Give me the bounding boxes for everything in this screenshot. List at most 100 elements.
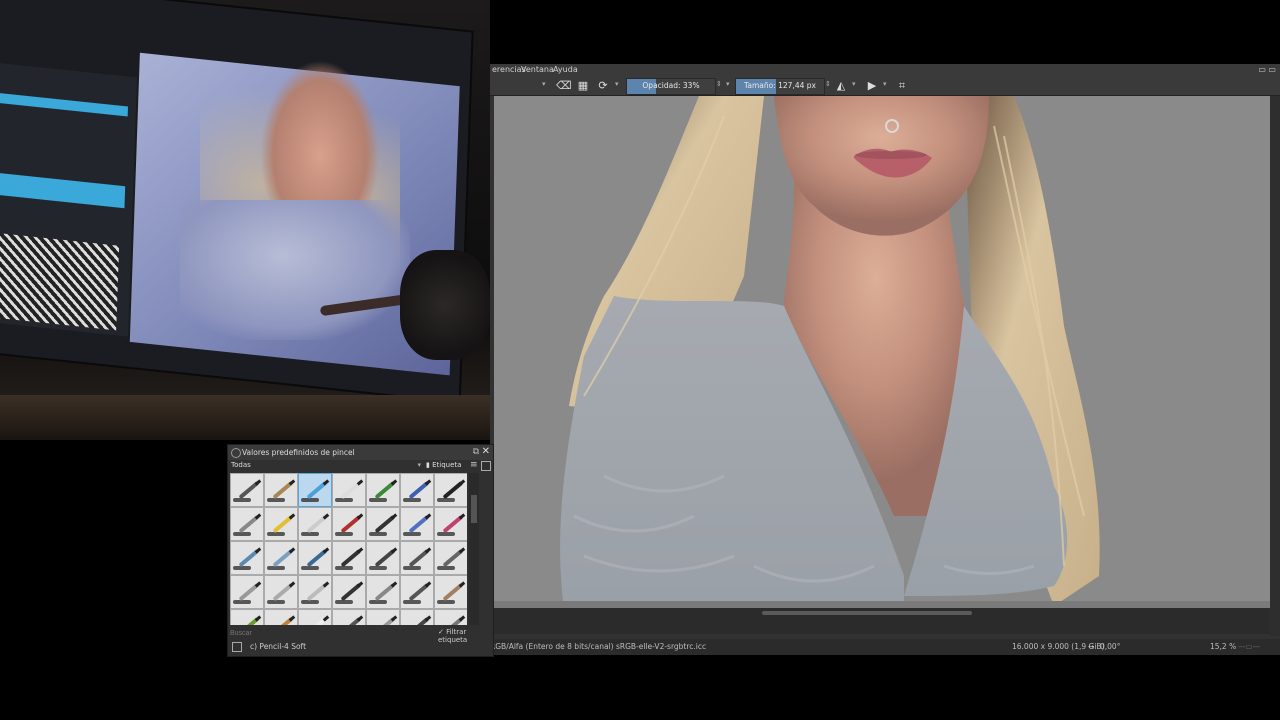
canvas-horizontal-scrollbar[interactable]	[490, 608, 1270, 634]
float-docker-icon[interactable]: ⧉	[473, 447, 479, 457]
chevron-down-icon[interactable]: ▾	[852, 80, 856, 88]
rotation-value: 0,00°	[1100, 642, 1121, 651]
spin-arrows-icon[interactable]: ⇕	[716, 80, 722, 88]
brush-preset-thumbnail[interactable]	[298, 609, 332, 625]
brush-preset-thumbnail[interactable]	[400, 473, 434, 507]
brush-stroke-sample	[267, 566, 285, 570]
tag-select[interactable]: Todas ▾	[231, 461, 421, 471]
brush-preset-thumbnail[interactable]	[298, 575, 332, 609]
tag-filter-row: Todas ▾ ▮ Etiqueta ≡	[228, 460, 493, 472]
menu-help[interactable]: Ayuda	[553, 65, 578, 74]
brush-preset-thumbnail[interactable]	[298, 541, 332, 575]
crop-icon[interactable]: ⌗	[895, 79, 909, 93]
canvas-vertical-scrollbar[interactable]	[1270, 96, 1280, 636]
chevron-down-icon[interactable]: ▾	[726, 80, 730, 88]
brush-preset-grid	[230, 473, 467, 625]
brush-stroke-sample	[335, 498, 353, 502]
brush-preset-thumbnail[interactable]	[264, 473, 298, 507]
tag-button-label: Etiqueta	[432, 461, 462, 469]
brush-preset-thumbnail[interactable]	[332, 575, 366, 609]
menu-window[interactable]: Ventana	[521, 65, 554, 74]
brush-preset-thumbnail[interactable]	[434, 541, 467, 575]
brush-preset-thumbnail[interactable]	[332, 507, 366, 541]
camera-inset	[0, 0, 490, 440]
size-slider[interactable]: Tamaño: 127,44 px	[735, 78, 825, 95]
brush-stroke-sample	[267, 498, 285, 502]
brush-preset-thumbnail[interactable]	[434, 507, 467, 541]
brush-preset-thumbnail[interactable]	[264, 575, 298, 609]
brush-stroke-sample	[301, 498, 319, 502]
brush-stroke-sample	[369, 532, 387, 536]
alpha-lock-icon[interactable]: ▦	[576, 79, 590, 93]
eraser-icon[interactable]: ⌫	[556, 79, 572, 93]
brush-preset-thumbnail[interactable]	[332, 609, 366, 625]
chevron-down-icon[interactable]: ▾	[883, 80, 887, 88]
docker-titlebar: Valores predefinidos de pincel ⧉ ✕	[228, 445, 493, 460]
brush-preset-thumbnail[interactable]	[230, 507, 264, 541]
grid-view-icon[interactable]	[481, 461, 491, 471]
brush-preset-thumbnail[interactable]	[366, 473, 400, 507]
brush-preset-thumbnail[interactable]	[400, 575, 434, 609]
brush-stroke-sample	[335, 600, 353, 604]
brush-preset-thumbnail[interactable]	[366, 507, 400, 541]
mirror-horizontal-icon[interactable]: ◭	[834, 79, 848, 93]
reload-preset-icon[interactable]: ⟳	[596, 79, 610, 93]
tag-select-value: Todas	[231, 461, 251, 469]
brush-preset-thumbnail[interactable]	[230, 541, 264, 575]
current-preset-name: c) Pencil-4 Soft	[250, 642, 307, 651]
spin-arrows-icon[interactable]: ⇕	[825, 80, 831, 88]
brush-preset-thumbnail[interactable]	[400, 609, 434, 625]
menu-bar: erencias Ventana Ayuda ▭ ▭	[490, 64, 1280, 77]
brush-stroke-sample	[369, 600, 387, 604]
brush-preset-thumbnail[interactable]	[230, 473, 264, 507]
view-options-icon[interactable]: ≡	[470, 460, 478, 470]
tool-options-bar: ▾ ⌫ ▦ ⟳ ▾ Opacidad: 33% ⇕ ▾ Tamaño: 127,…	[490, 77, 1280, 96]
brush-preset-thumbnail[interactable]	[264, 609, 298, 625]
brush-preset-thumbnail[interactable]	[366, 541, 400, 575]
brush-stroke-sample	[437, 600, 455, 604]
brush-stroke-sample	[301, 566, 319, 570]
brush-preset-thumbnail[interactable]	[366, 575, 400, 609]
brush-preset-thumbnail[interactable]	[400, 541, 434, 575]
brush-stroke-sample	[437, 532, 455, 536]
chevron-down-icon[interactable]: ▾	[615, 80, 619, 88]
brush-stroke-sample	[369, 498, 387, 502]
tag-button[interactable]: ▮ Etiqueta	[426, 461, 461, 469]
brush-stroke-sample	[403, 566, 421, 570]
brush-preset-thumbnail[interactable]	[298, 473, 332, 507]
brush-preset-thumbnail[interactable]	[298, 507, 332, 541]
size-label: Tamaño: 127,44 px	[744, 81, 816, 90]
brush-preset-thumbnail[interactable]	[332, 473, 366, 507]
brush-preset-thumbnail[interactable]	[264, 507, 298, 541]
scrollbar-thumb[interactable]	[762, 611, 972, 615]
zoom-value[interactable]: 15,2 %	[1210, 642, 1236, 651]
close-icon[interactable]: ✕	[482, 446, 490, 457]
preset-grid-scrollbar[interactable]	[469, 473, 479, 625]
brush-preset-thumbnail[interactable]	[366, 609, 400, 625]
window-controls-icon[interactable]: ▭ ▭	[1258, 65, 1276, 74]
brush-preset-thumbnail[interactable]	[230, 609, 264, 625]
brush-preset-thumbnail[interactable]	[400, 507, 434, 541]
zoom-slider[interactable]: —▭—	[1238, 642, 1260, 651]
brush-stroke-sample	[233, 498, 251, 502]
chevron-down-icon: ▾	[417, 461, 421, 469]
brush-stroke-sample	[335, 566, 353, 570]
brush-preset-thumbnail[interactable]	[434, 575, 467, 609]
opacity-label: Opacidad: 33%	[642, 81, 700, 90]
brush-preset-thumbnail[interactable]	[434, 473, 467, 507]
brush-preset-thumbnail[interactable]	[230, 575, 264, 609]
docker-menu-icon[interactable]	[231, 448, 241, 458]
current-preset-row: c) Pencil-4 Soft	[230, 641, 490, 654]
rotation-icon[interactable]: ↔	[1088, 642, 1094, 651]
brush-preset-thumbnail[interactable]	[332, 541, 366, 575]
drawing-canvas[interactable]	[494, 96, 1270, 608]
mirror-vertical-icon[interactable]: ▶	[865, 79, 879, 93]
photographed-sweater	[180, 200, 410, 340]
preset-options-icon[interactable]	[232, 642, 242, 652]
brush-preset-thumbnail[interactable]	[434, 609, 467, 625]
brush-preset-thumbnail[interactable]	[264, 541, 298, 575]
chevron-down-icon[interactable]: ▾	[542, 80, 546, 88]
preset-search-input[interactable]	[230, 627, 425, 639]
opacity-slider[interactable]: Opacidad: 33%	[626, 78, 716, 95]
scrollbar-thumb[interactable]	[471, 495, 477, 523]
